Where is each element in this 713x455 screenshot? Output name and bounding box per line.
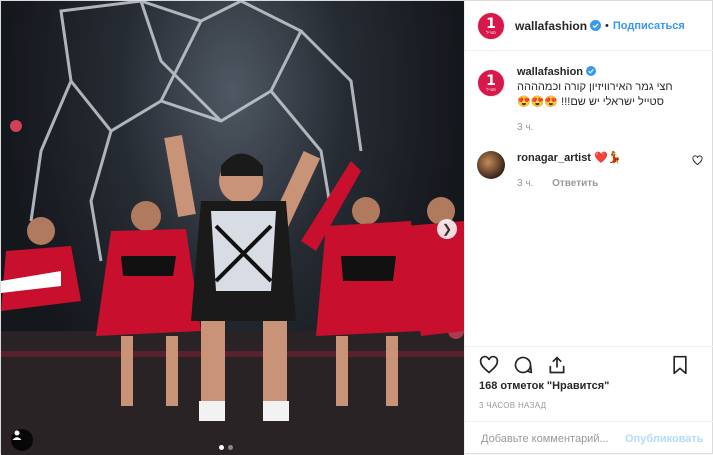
- carousel-dot: [228, 445, 233, 450]
- avatar[interactable]: 1 סטייל: [477, 11, 505, 40]
- post-side-panel: 1 סטייל wallafashion • Подписаться 1 סטי…: [464, 1, 713, 455]
- caption-avatar[interactable]: 1 סטייל: [477, 69, 505, 97]
- caption-text: חצי גמר האירוויזיון קורה וכמהההה סטייל י…: [517, 81, 673, 108]
- bookmark-icon[interactable]: [671, 355, 689, 375]
- username-link[interactable]: wallafashion: [515, 19, 587, 33]
- avatar-logo-text: 1: [486, 15, 496, 32]
- comment-time[interactable]: 3 ч.: [517, 178, 533, 189]
- tagged-users-button[interactable]: [11, 429, 33, 451]
- stage-scene: [1, 1, 464, 455]
- avatar-logo-subtext: סטייל: [486, 29, 496, 35]
- post-photo[interactable]: ❯: [1, 1, 464, 455]
- like-comment-heart-icon[interactable]: [692, 155, 703, 166]
- next-photo-button[interactable]: ❯: [437, 219, 457, 239]
- comment-username[interactable]: ronagar_artist: [517, 152, 591, 164]
- reply-button[interactable]: Ответить: [552, 178, 598, 189]
- caption-username[interactable]: wallafashion: [517, 66, 583, 78]
- comment-text: ❤️💃: [594, 152, 622, 164]
- comment-item: ronagar_artist ❤️💃 3 ч. Ответить: [465, 143, 713, 199]
- add-comment-bar: Опубликовать: [465, 421, 713, 455]
- person-icon: [12, 430, 22, 440]
- post-timestamp[interactable]: 3 ЧАСОВ НАЗАД: [479, 401, 546, 410]
- follow-button[interactable]: Подписаться: [613, 20, 685, 32]
- comment-input[interactable]: [479, 431, 625, 446]
- post-actions-bar: [465, 346, 713, 382]
- verified-badge-icon: [590, 20, 602, 31]
- comment-icon[interactable]: [513, 355, 533, 375]
- carousel-indicator: [219, 445, 233, 450]
- commenter-avatar[interactable]: [477, 151, 505, 179]
- verified-badge-icon: [586, 66, 597, 76]
- avatar-logo-text: 1: [486, 73, 496, 89]
- post-header: 1 סטייל wallafashion • Подписаться: [465, 1, 713, 51]
- comments-list: 1 סטייל wallafashion חצי גמר האירוויזיון…: [465, 57, 713, 199]
- avatar-logo-subtext: סטייל: [486, 87, 496, 92]
- caption-item: 1 סטייל wallafashion חצי גמר האירוויזיון…: [465, 57, 713, 143]
- publish-button[interactable]: Опубликовать: [625, 433, 704, 445]
- carousel-dot-active: [219, 445, 224, 450]
- likes-count[interactable]: 168 отметок "Нравится": [479, 380, 609, 392]
- caption-time[interactable]: 3 ч.: [517, 122, 533, 133]
- heart-icon[interactable]: [479, 355, 499, 375]
- header-separator: •: [605, 19, 609, 32]
- instagram-post: ❯ 1 סטייל wallafashion • Подписаться 1 ס…: [0, 0, 713, 455]
- chevron-right-icon: ❯: [441, 222, 453, 236]
- share-icon[interactable]: [547, 355, 567, 375]
